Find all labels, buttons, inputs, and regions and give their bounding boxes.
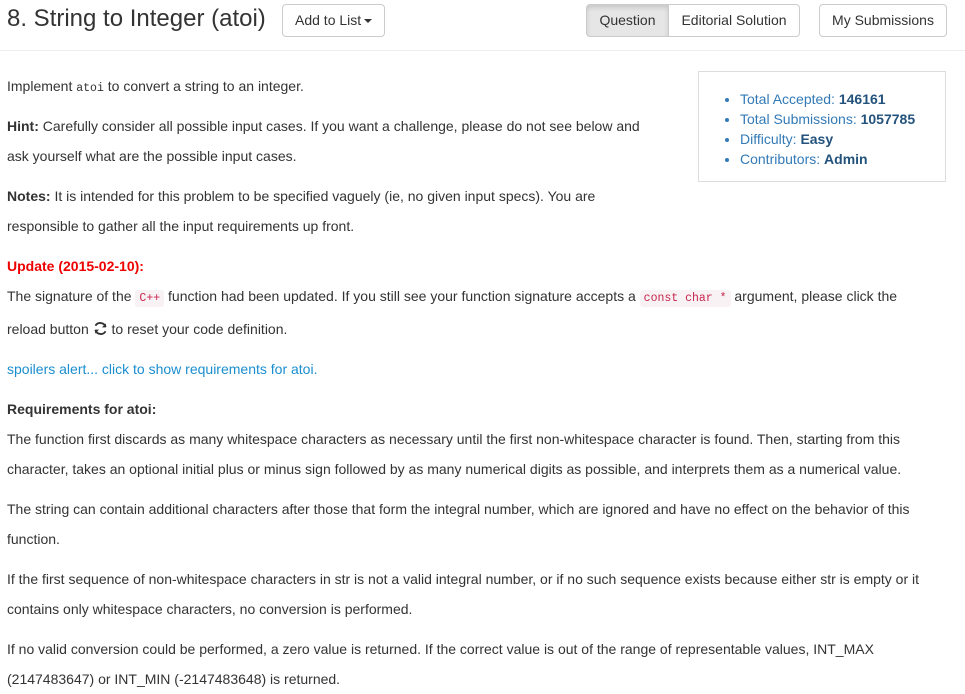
- add-to-list-button[interactable]: Add to List: [282, 4, 386, 37]
- requirements-paragraph-1: The function first discards as many whit…: [7, 431, 902, 477]
- tab-editorial-solution[interactable]: Editorial Solution: [668, 4, 800, 37]
- my-submissions-button[interactable]: My Submissions: [819, 4, 947, 37]
- hint-paragraph: Hint: Carefully consider all possible in…: [7, 118, 640, 164]
- requirements-heading: Requirements for atoi:: [7, 401, 157, 417]
- intro-paragraph: Implement atoi to convert a string to an…: [7, 78, 304, 95]
- problem-description: Implement atoi to convert a string to an…: [7, 71, 952, 694]
- add-to-list-label: Add to List: [295, 12, 362, 28]
- spoilers-link[interactable]: spoilers alert... click to show requirem…: [7, 354, 952, 384]
- reload-icon: [94, 322, 107, 335]
- requirements-paragraph-3: If the first sequence of non-whitespace …: [7, 571, 920, 617]
- update-heading: Update (2015-02-10):: [7, 258, 144, 274]
- problem-header: 8. String to Integer (atoi) Add to List …: [0, 0, 965, 51]
- page-title: 8. String to Integer (atoi): [7, 5, 266, 32]
- update-paragraph: The signature of the C++ function had be…: [7, 288, 898, 337]
- caret-down-icon: [364, 19, 373, 24]
- requirements-paragraph-2: The string can contain additional charac…: [7, 501, 910, 547]
- requirements-paragraph-4: If no valid conversion could be performe…: [7, 641, 874, 687]
- tab-question[interactable]: Question: [586, 4, 669, 37]
- notes-paragraph: Notes: It is intended for this problem t…: [7, 188, 596, 234]
